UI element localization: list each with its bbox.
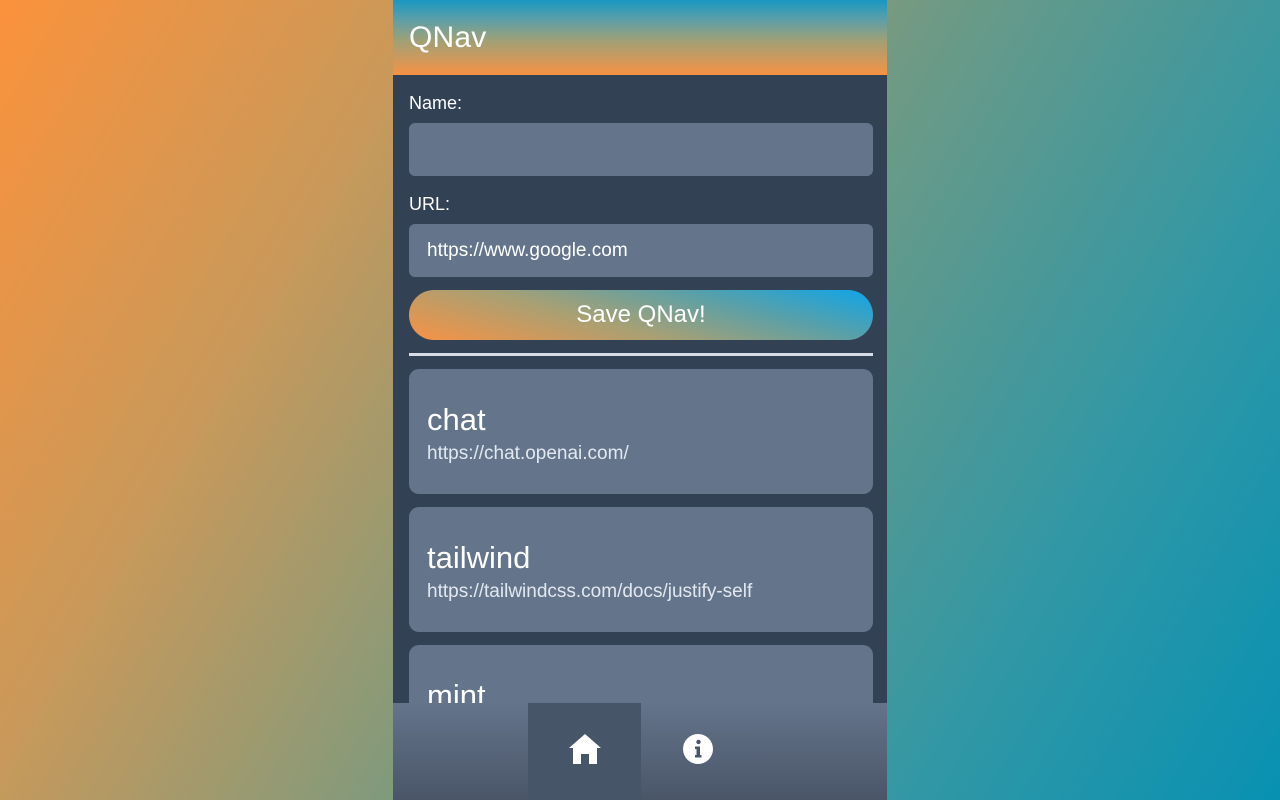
bookmark-form: Name: URL: Save QNav! chat https://chat.…	[393, 92, 887, 770]
info-icon	[682, 733, 714, 770]
bookmark-name: chat	[427, 402, 486, 437]
name-label: Name:	[409, 93, 463, 113]
home-icon	[568, 733, 602, 770]
url-label: URL:	[409, 194, 451, 214]
name-input[interactable]	[409, 123, 873, 176]
bottom-nav	[393, 703, 887, 800]
bookmark-name: tailwind	[427, 540, 531, 575]
bookmark-card[interactable]: chat https://chat.openai.com/	[409, 369, 873, 494]
nav-home-button[interactable]	[528, 703, 641, 800]
divider	[409, 353, 873, 356]
url-input[interactable]	[409, 224, 873, 277]
app-header: QNav	[393, 0, 887, 75]
bookmark-card[interactable]: tailwind https://tailwindcss.com/docs/ju…	[409, 507, 873, 632]
nav-info-button[interactable]	[641, 703, 754, 800]
bookmark-url: https://tailwindcss.com/docs/justify-sel…	[427, 581, 753, 602]
app-panel: QNav Name: URL: Save QNav! chat https://…	[393, 0, 887, 800]
app-title: QNav	[409, 20, 487, 54]
bookmark-url: https://chat.openai.com/	[427, 443, 629, 464]
save-button[interactable]: Save QNav!	[409, 290, 873, 340]
